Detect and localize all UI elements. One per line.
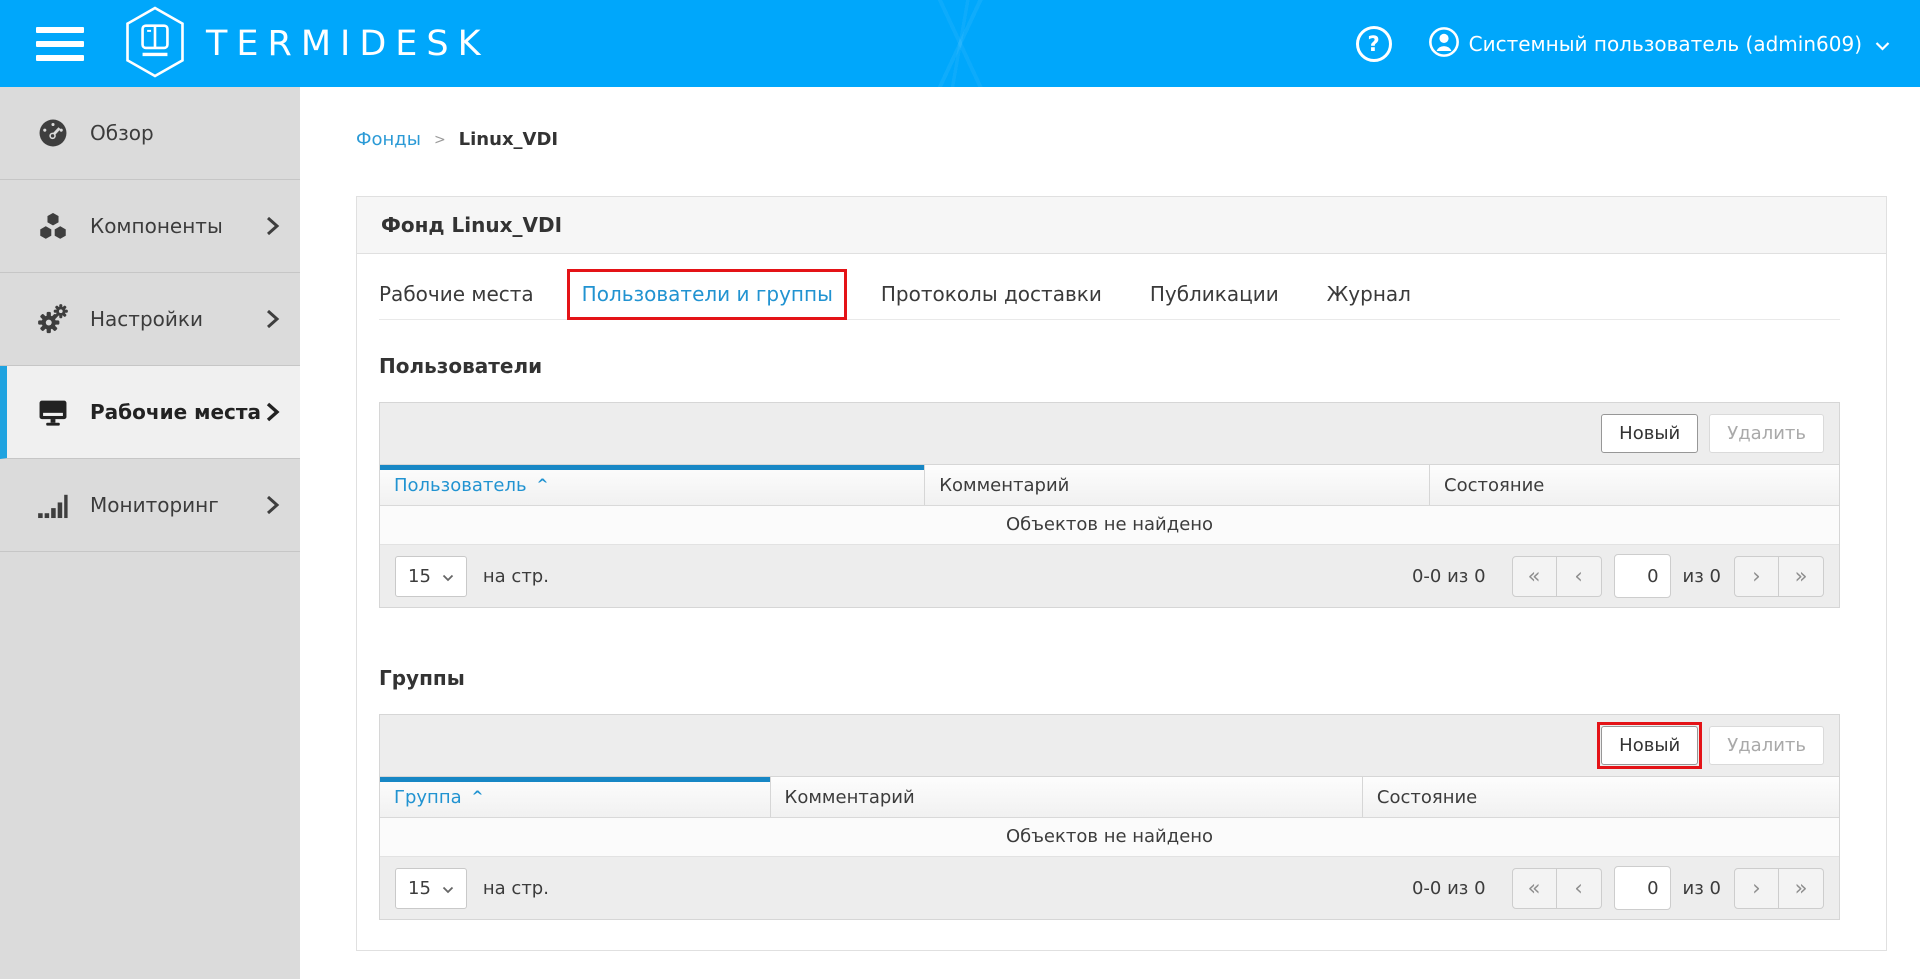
brand-title: TERMIDESK <box>206 23 490 64</box>
groups-section-title: Группы <box>379 666 465 690</box>
users-column-user[interactable]: Пользователь ^ <box>380 465 925 505</box>
sidebar-item-label: Обзор <box>90 121 154 145</box>
gears-icon <box>36 302 78 336</box>
prev-page-icon[interactable]: ‹ <box>1556 867 1602 909</box>
cubes-icon <box>36 209 78 243</box>
sort-asc-icon: ^ <box>536 477 549 493</box>
chevron-right-icon <box>265 493 280 517</box>
user-menu[interactable]: Системный пользователь (admin609) <box>1428 26 1890 62</box>
first-page-icon[interactable]: « <box>1511 867 1557 909</box>
sidebar-item-label: Мониторинг <box>90 493 219 517</box>
top-header: TERMIDESK ? Системный пользователь (admi… <box>0 0 1920 87</box>
chart-bars-icon <box>36 488 78 522</box>
groups-table: Новый Удалить Группа ^ Комментарий Состоя… <box>379 714 1840 920</box>
breadcrumb-separator: > <box>433 131 446 148</box>
users-per-page-select[interactable]: 15 <box>395 555 467 597</box>
sidebar-item-label: Рабочие места <box>90 400 261 424</box>
logo-hexagon-icon <box>122 5 188 82</box>
main-content: Фонды > Linux_VDI Фонд Linux_VDI Рабочие… <box>300 87 1920 979</box>
tab-users-groups[interactable]: Пользователи и группы <box>566 266 847 320</box>
monitor-icon <box>36 395 78 429</box>
groups-page-input[interactable] <box>1613 866 1671 910</box>
sidebar-item-label: Настройки <box>90 307 203 331</box>
sidebar: Обзор Компоненты Настройки Рабочие места… <box>0 87 300 979</box>
user-avatar-icon <box>1428 26 1460 62</box>
tab-bar: Рабочие места Пользователи и группы Прот… <box>379 266 1840 320</box>
sidebar-item-settings[interactable]: Настройки <box>0 273 300 366</box>
per-page-label: на стр. <box>482 565 549 587</box>
help-icon[interactable]: ? <box>1355 25 1392 62</box>
sidebar-item-workplaces[interactable]: Рабочие места <box>0 366 300 459</box>
users-pagination: 15 на стр. 0-0 из 0 « ‹ из 0 <box>380 545 1839 607</box>
sidebar-item-components[interactable]: Компоненты <box>0 180 300 273</box>
breadcrumb: Фонды > Linux_VDI <box>300 87 1920 150</box>
first-page-icon[interactable]: « <box>1511 555 1557 597</box>
sidebar-item-monitoring[interactable]: Мониторинг <box>0 459 300 552</box>
sort-asc-icon: ^ <box>471 789 484 805</box>
users-new-button[interactable]: Новый <box>1601 414 1699 453</box>
groups-new-button[interactable]: Новый <box>1601 726 1699 765</box>
select-caret-icon <box>442 878 454 899</box>
groups-column-group[interactable]: Группа ^ <box>380 777 770 817</box>
user-label: Системный пользователь (admin609) <box>1468 31 1862 56</box>
users-page-input[interactable] <box>1613 554 1671 598</box>
users-column-comment[interactable]: Комментарий <box>924 465 1430 505</box>
last-page-icon[interactable]: » <box>1779 555 1824 597</box>
prev-page-icon[interactable]: ‹ <box>1556 555 1602 597</box>
breadcrumb-link-funds[interactable]: Фонды <box>356 129 421 150</box>
groups-range-label: 0-0 из 0 <box>1411 877 1486 899</box>
groups-empty-message: Объектов не найдено <box>380 818 1839 857</box>
tab-publications[interactable]: Публикации <box>1150 266 1279 319</box>
chevron-right-icon <box>265 307 280 331</box>
groups-column-comment[interactable]: Комментарий <box>769 777 1362 817</box>
users-empty-message: Объектов не найдено <box>380 506 1839 545</box>
users-toolbar: Новый Удалить <box>380 403 1839 465</box>
users-range-label: 0-0 из 0 <box>1411 565 1486 587</box>
select-caret-icon <box>442 566 454 587</box>
groups-pagination: 15 на стр. 0-0 из 0 « ‹ из 0 <box>380 857 1839 919</box>
users-section-title: Пользователи <box>379 354 543 378</box>
groups-column-state[interactable]: Состояние <box>1361 777 1839 817</box>
next-page-icon[interactable]: › <box>1734 555 1779 597</box>
next-page-icon[interactable]: › <box>1734 867 1779 909</box>
breadcrumb-current: Linux_VDI <box>458 129 559 150</box>
groups-table-header: Группа ^ Комментарий Состояние <box>380 777 1839 818</box>
chevron-right-icon <box>265 214 280 238</box>
menu-icon[interactable] <box>36 26 84 61</box>
per-page-label: на стр. <box>482 877 549 899</box>
users-column-state[interactable]: Состояние <box>1429 465 1839 505</box>
card-title: Фонд Linux_VDI <box>357 197 1886 254</box>
dashboard-icon <box>36 116 78 150</box>
groups-delete-button[interactable]: Удалить <box>1709 726 1824 765</box>
groups-toolbar: Новый Удалить <box>380 715 1839 777</box>
tab-journal[interactable]: Журнал <box>1327 266 1411 319</box>
groups-of-total-label: из 0 <box>1682 877 1721 899</box>
chevron-right-icon <box>265 400 280 424</box>
tab-workplaces[interactable]: Рабочие места <box>379 266 534 319</box>
users-of-total-label: из 0 <box>1682 565 1721 587</box>
fund-card: Фонд Linux_VDI Рабочие места Пользовател… <box>356 196 1887 951</box>
sidebar-item-label: Компоненты <box>90 214 223 238</box>
groups-per-page-select[interactable]: 15 <box>395 867 467 909</box>
tab-delivery-protocols[interactable]: Протоколы доставки <box>881 266 1102 319</box>
users-table-header: Пользователь ^ Комментарий Состояние <box>380 465 1839 506</box>
sidebar-item-overview[interactable]: Обзор <box>0 87 300 180</box>
users-delete-button[interactable]: Удалить <box>1709 414 1824 453</box>
users-table: Новый Удалить Пользователь ^ Комментарий … <box>379 402 1840 608</box>
last-page-icon[interactable]: » <box>1779 867 1824 909</box>
termidesk-logo: TERMIDESK <box>122 5 490 82</box>
chevron-down-icon <box>1875 36 1890 55</box>
